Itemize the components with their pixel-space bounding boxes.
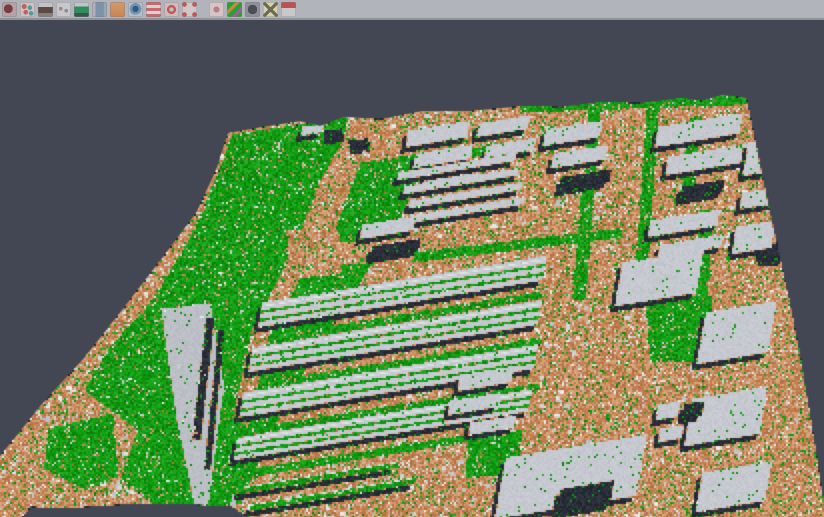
globe-icon[interactable] [128,2,143,17]
profile-panel-icon[interactable] [92,2,107,17]
terrain-mound-icon[interactable] [38,2,53,17]
toolbar [0,0,824,20]
app-window [0,0,824,517]
open-point-cloud-icon[interactable] [2,2,17,17]
point-picker-icon[interactable] [20,2,35,17]
green-hill-icon[interactable] [74,2,89,17]
selection-brackets-icon[interactable] [182,2,197,17]
red-ring-icon[interactable] [164,2,179,17]
dark-tool-icon[interactable] [245,2,260,17]
pink-circle-icon[interactable] [209,2,224,17]
clear-selection-icon[interactable] [263,2,278,17]
red-list-icon[interactable] [146,2,161,17]
classification-colors-icon[interactable] [227,2,242,17]
red-cap-tool-icon[interactable] [281,2,296,17]
orange-square-icon[interactable] [110,2,125,17]
3d-point-cloud-viewport[interactable] [0,22,824,517]
sparse-points-icon[interactable] [56,2,71,17]
